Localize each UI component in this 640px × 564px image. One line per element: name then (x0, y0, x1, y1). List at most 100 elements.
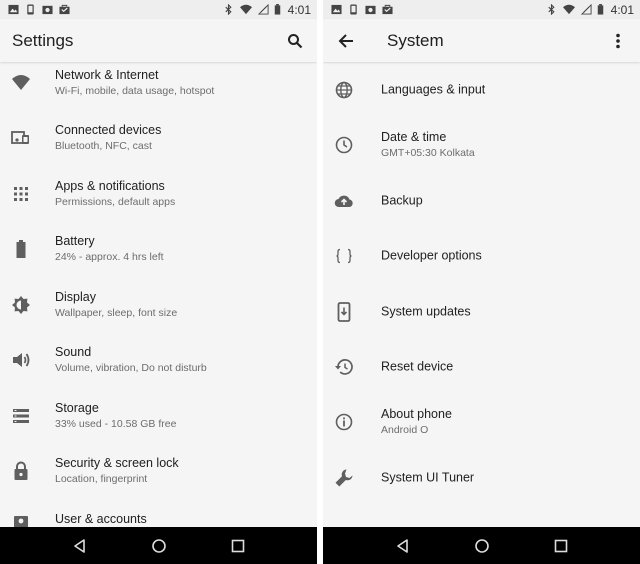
bag-notification-icon (382, 4, 393, 15)
status-bar: 4:01 (0, 0, 317, 19)
system-item-reset[interactable]: Reset device (323, 339, 640, 394)
signal-icon (257, 4, 269, 15)
system-item-updates[interactable]: System updates (323, 284, 640, 339)
gallery-notification-icon (331, 4, 342, 15)
item-subtitle: 24% - approx. 4 hrs left (55, 250, 164, 263)
item-subtitle: Bluetooth, NFC, cast (55, 139, 152, 152)
battery-status-icon (274, 4, 280, 15)
battery-icon (11, 239, 31, 259)
phone-notification-icon (27, 4, 34, 15)
apps-grid-icon (11, 184, 31, 204)
item-subtitle: Volume, vibration, Do not disturb (55, 361, 207, 374)
system-item-about-phone[interactable]: About phone Android O (323, 394, 640, 449)
status-time: 4:01 (610, 2, 634, 17)
lock-icon (11, 461, 31, 481)
search-icon[interactable] (285, 31, 305, 51)
item-title: Reset device (381, 359, 454, 373)
item-title: Storage (55, 400, 99, 415)
settings-item-display[interactable]: Display Wallpaper, sleep, font size (0, 277, 317, 332)
storage-icon (11, 406, 31, 426)
item-title: About phone (381, 406, 452, 421)
item-subtitle: GMT+05:30 Kolkata (381, 146, 475, 159)
item-title: Connected devices (55, 122, 162, 137)
back-nav-icon[interactable] (71, 537, 89, 555)
bluetooth-icon (548, 4, 555, 15)
devices-icon (11, 128, 31, 148)
system-item-languages[interactable]: Languages & input (323, 62, 640, 117)
settings-item-sound[interactable]: Sound Volume, vibration, Do not disturb (0, 332, 317, 387)
system-update-icon (334, 301, 354, 322)
item-title: Apps & notifications (55, 178, 165, 193)
volume-icon (11, 350, 31, 370)
settings-item-apps[interactable]: Apps & notifications Permissions, default… (0, 166, 317, 221)
page-title: System (387, 30, 444, 50)
settings-item-connected-devices[interactable]: Connected devices Bluetooth, NFC, cast (0, 110, 317, 165)
photos-notification-icon (365, 5, 376, 15)
settings-app-bar: Settings (0, 19, 317, 62)
gallery-notification-icon (8, 4, 19, 15)
home-nav-icon[interactable] (150, 537, 168, 555)
settings-item-storage[interactable]: Storage 33% used - 10.58 GB free (0, 388, 317, 443)
item-title: Sound (55, 344, 92, 359)
item-subtitle: 33% used - 10.58 GB free (55, 417, 177, 430)
item-title: System UI Tuner (381, 470, 475, 484)
home-nav-icon[interactable] (473, 537, 491, 555)
item-title: Backup (381, 193, 423, 207)
item-title: User & accounts (55, 512, 147, 526)
system-item-developer-options[interactable]: Developer options (323, 228, 640, 283)
info-icon (334, 412, 354, 432)
recents-nav-icon[interactable] (552, 537, 570, 555)
item-subtitle: Location, fingerprint (55, 472, 148, 485)
globe-icon (334, 80, 354, 100)
item-subtitle: Wi-Fi, mobile, data usage, hotspot (55, 84, 215, 97)
wifi-icon (11, 73, 31, 93)
item-title: Security & screen lock (55, 455, 179, 470)
item-title: Developer options (381, 248, 482, 262)
settings-screen: 4:01 Settings Network & Internet Wi-Fi, m… (0, 0, 317, 564)
bag-notification-icon (59, 4, 70, 15)
item-title: System updates (381, 304, 471, 318)
clock-icon (334, 135, 354, 155)
recents-nav-icon[interactable] (229, 537, 247, 555)
system-item-date-time[interactable]: Date & time GMT+05:30 Kolkata (323, 117, 640, 172)
page-title: Settings (12, 30, 74, 50)
signal-icon (580, 4, 592, 15)
settings-item-users[interactable]: User & accounts (0, 499, 317, 527)
back-nav-icon[interactable] (394, 537, 412, 555)
item-subtitle: Permissions, default apps (55, 195, 176, 208)
arrow-back-icon[interactable] (335, 30, 357, 52)
system-list: Languages & input Date & time GMT+05:30 K… (323, 62, 640, 527)
navigation-bar (323, 527, 640, 564)
wrench-icon (334, 468, 354, 488)
status-time: 4:01 (287, 2, 311, 17)
restore-icon (334, 357, 354, 377)
navigation-bar (0, 527, 317, 564)
item-title: Battery (55, 233, 95, 248)
cloud-upload-icon (334, 191, 354, 211)
settings-item-network[interactable]: Network & Internet Wi-Fi, mobile, data us… (0, 62, 317, 110)
settings-list: Network & Internet Wi-Fi, mobile, data us… (0, 62, 317, 527)
bluetooth-icon (225, 4, 232, 15)
system-item-ui-tuner[interactable]: System UI Tuner (323, 450, 640, 505)
brightness-icon (11, 295, 31, 315)
status-bar: 4:01 (323, 0, 640, 19)
item-subtitle: Wallpaper, sleep, font size (55, 306, 178, 319)
system-item-backup[interactable]: Backup (323, 173, 640, 228)
system-app-bar: System (323, 19, 640, 62)
photos-notification-icon (42, 5, 53, 15)
phone-notification-icon (350, 4, 357, 15)
system-screen: 4:01 System Languages & input Date & tim… (323, 0, 640, 564)
more-vert-icon[interactable] (608, 31, 628, 51)
wifi-status-icon (239, 4, 252, 15)
settings-item-security[interactable]: Security & screen lock Location, fingerpr… (0, 443, 317, 498)
item-title: Date & time (381, 129, 447, 144)
item-title: Languages & input (381, 82, 486, 96)
braces-icon (334, 246, 354, 266)
item-title: Display (55, 289, 96, 304)
item-subtitle: Android O (381, 423, 429, 436)
wifi-status-icon (562, 4, 575, 15)
item-title: Network & Internet (55, 67, 159, 82)
battery-status-icon (597, 4, 603, 15)
settings-item-battery[interactable]: Battery 24% - approx. 4 hrs left (0, 221, 317, 276)
account-icon (11, 513, 31, 527)
